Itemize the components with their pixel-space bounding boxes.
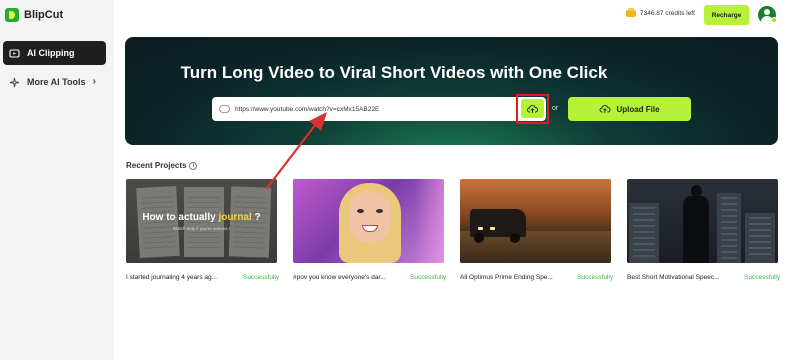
submit-url-button[interactable] [521,99,544,118]
sidebar-item-label: AI Clipping [27,48,75,58]
clip-icon [9,48,20,59]
project-title[interactable]: Best Short Motivational Speec... [627,274,720,281]
sidebar: BlipCut AI Clipping More AI Tools › [0,0,114,360]
avatar-head [764,9,770,15]
url-input-box[interactable] [212,97,546,121]
coins-icon [626,8,636,17]
project-thumbnail-4[interactable] [627,179,778,263]
sidebar-item-ai-clipping[interactable]: AI Clipping [3,41,106,65]
project-thumbnail-2[interactable] [293,179,444,263]
project-status: Successfully [577,274,614,281]
project-status: Successfully [410,274,447,281]
or-separator: or [552,105,559,112]
link-icon [219,105,230,113]
section-title: Recent Projects [126,161,187,170]
recharge-button[interactable]: Recharge [704,5,749,25]
blipcut-logo-icon [5,8,19,22]
recent-projects-heading: Recent Projects i [126,161,198,170]
avatar-status-badge [771,17,777,23]
cloud-upload-icon [527,104,538,113]
project-title[interactable]: I started journaling 4 years ag... [126,274,217,281]
video-url-input[interactable] [235,105,515,113]
silhouette [683,185,709,263]
brand-name: BlipCut [24,9,64,21]
project-title[interactable]: #pov you know everyone's dar... [293,274,386,281]
project-status: Successfully [744,274,781,281]
person-face [349,191,391,243]
upload-file-label: Upload File [616,104,660,114]
upload-file-button[interactable]: Upload File [568,97,691,121]
thumbnail-subcaption: Watch only if you're serious ! [172,226,231,231]
brand[interactable]: BlipCut [5,8,63,22]
hero-banner [125,37,778,145]
hero-title: Turn Long Video to Viral Short Videos wi… [180,63,608,82]
project-status: Successfully [243,274,280,281]
project-thumbnail-1[interactable]: How to actually journal ? Watch only if … [126,179,277,263]
info-icon[interactable]: i [189,161,198,170]
thumbnail-caption: How to actually journal ? [142,212,261,223]
cloud-upload-icon [600,105,611,113]
project-thumbnail-3[interactable] [460,179,611,263]
credits-text: 7346.87 credits left [640,10,695,17]
project-title[interactable]: All Optimus Prime Ending Spe... [460,274,553,281]
credits-display: 7346.87 credits left [626,8,695,17]
